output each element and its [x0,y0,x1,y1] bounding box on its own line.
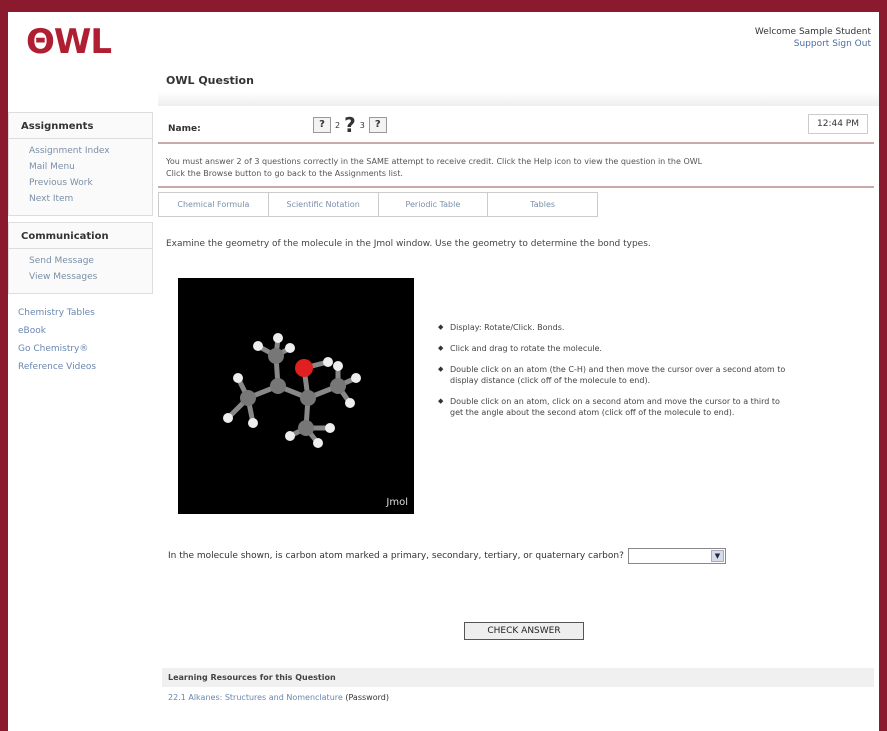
sidebar: Assignments Assignment Index Mail Menu P… [8,112,153,376]
assignments-panel: Assignments Assignment Index Mail Menu P… [8,112,153,216]
instruction-item: Double click on an atom, click on a seco… [438,396,788,418]
welcome-area: Welcome Sample Student Support Sign Out [755,26,871,50]
notice-text: You must answer 2 of 3 questions correct… [158,150,874,188]
tab-tables[interactable]: Tables [488,193,597,216]
sidebar-item-previous-work[interactable]: Previous Work [9,175,152,191]
question-content: Name: ? 2 ? 3 ? 12:44 PM You must answer… [158,108,874,702]
page: ΘWL Welcome Sample Student Support Sign … [8,12,879,731]
instruction-item: Double click on an atom (the C-H) and th… [438,364,788,386]
carbon-type-select[interactable]: ▼ [627,548,726,564]
check-answer-button[interactable]: CHECK ANSWER [464,622,584,640]
tab-scientific-notation[interactable]: Scientific Notation [269,193,379,216]
notice-line-2: Click the Browse button to go back to th… [166,169,403,178]
sidebar-item-next-item[interactable]: Next Item [9,191,152,207]
help-icon-3[interactable]: ? [368,117,387,133]
jmol-label: Jmol [386,497,408,508]
question-text: Examine the geometry of the molecule in … [166,239,651,249]
communication-panel: Communication Send Message View Messages [8,222,153,294]
header: ΘWL Welcome Sample Student Support Sign … [8,12,879,107]
reference-tabs: Chemical Formula Scientific Notation Per… [158,192,598,217]
resource-password-note: (Password) [342,693,389,702]
link-chemistry-tables[interactable]: Chemistry Tables [8,304,153,322]
clock: 12:44 PM [808,114,868,134]
sidebar-links: Chemistry Tables eBook Go Chemistry® Ref… [8,304,153,376]
welcome-text: Welcome Sample Student [754,27,871,37]
instruction-item: Click and drag to rotate the molecule. [438,343,788,354]
sidebar-item-mail-menu[interactable]: Mail Menu [9,159,152,175]
owl-logo[interactable]: ΘWL [26,22,112,62]
communication-heading: Communication [9,223,152,249]
help-icons: ? 2 ? 3 ? [313,115,387,135]
page-title: OWL Question [166,74,254,87]
help-icon[interactable]: ? [313,117,331,133]
assignments-heading: Assignments [9,113,152,139]
link-reference-videos[interactable]: Reference Videos [8,358,153,376]
help-index-3: 3 [359,120,365,130]
tab-chemical-formula[interactable]: Chemical Formula [159,193,269,216]
account-links[interactable]: Support Sign Out [755,38,871,50]
link-go-chemistry[interactable]: Go Chemistry® [8,340,153,358]
logo-text: ΘWL [26,22,112,62]
jmol-instructions: Display: Rotate/Click. Bonds. Click and … [438,322,788,428]
tab-periodic-table[interactable]: Periodic Table [379,193,489,216]
header-divider [158,92,879,106]
answer-prompt: In the molecule shown, is carbon atom ma… [168,551,624,561]
resources-heading: Learning Resources for this Question [162,668,874,687]
chevron-down-icon[interactable]: ▼ [710,550,724,562]
sidebar-item-assignment-index[interactable]: Assignment Index [9,143,152,159]
resource-link[interactable]: 22.1 Alkanes: Structures and Nomenclatur… [168,693,343,702]
help-index-2: 2 [335,120,341,130]
resource-item: 22.1 Alkanes: Structures and Nomenclatur… [162,687,874,708]
name-label: Name: [168,124,201,134]
jmol-viewer[interactable]: Jmol [178,278,414,514]
question-toolbar: Name: ? 2 ? 3 ? 12:44 PM [158,108,874,144]
answer-row: In the molecule shown, is carbon atom ma… [168,548,726,564]
sidebar-item-view-messages[interactable]: View Messages [9,269,152,285]
notice-line-1: You must answer 2 of 3 questions correct… [166,157,703,166]
question-mark-icon[interactable]: ? [344,115,356,135]
sidebar-item-send-message[interactable]: Send Message [9,253,152,269]
learning-resources: Learning Resources for this Question 22.… [162,668,874,708]
molecule-3d-icon [223,333,361,448]
instruction-item: Display: Rotate/Click. Bonds. [438,322,788,333]
link-ebook[interactable]: eBook [8,322,153,340]
